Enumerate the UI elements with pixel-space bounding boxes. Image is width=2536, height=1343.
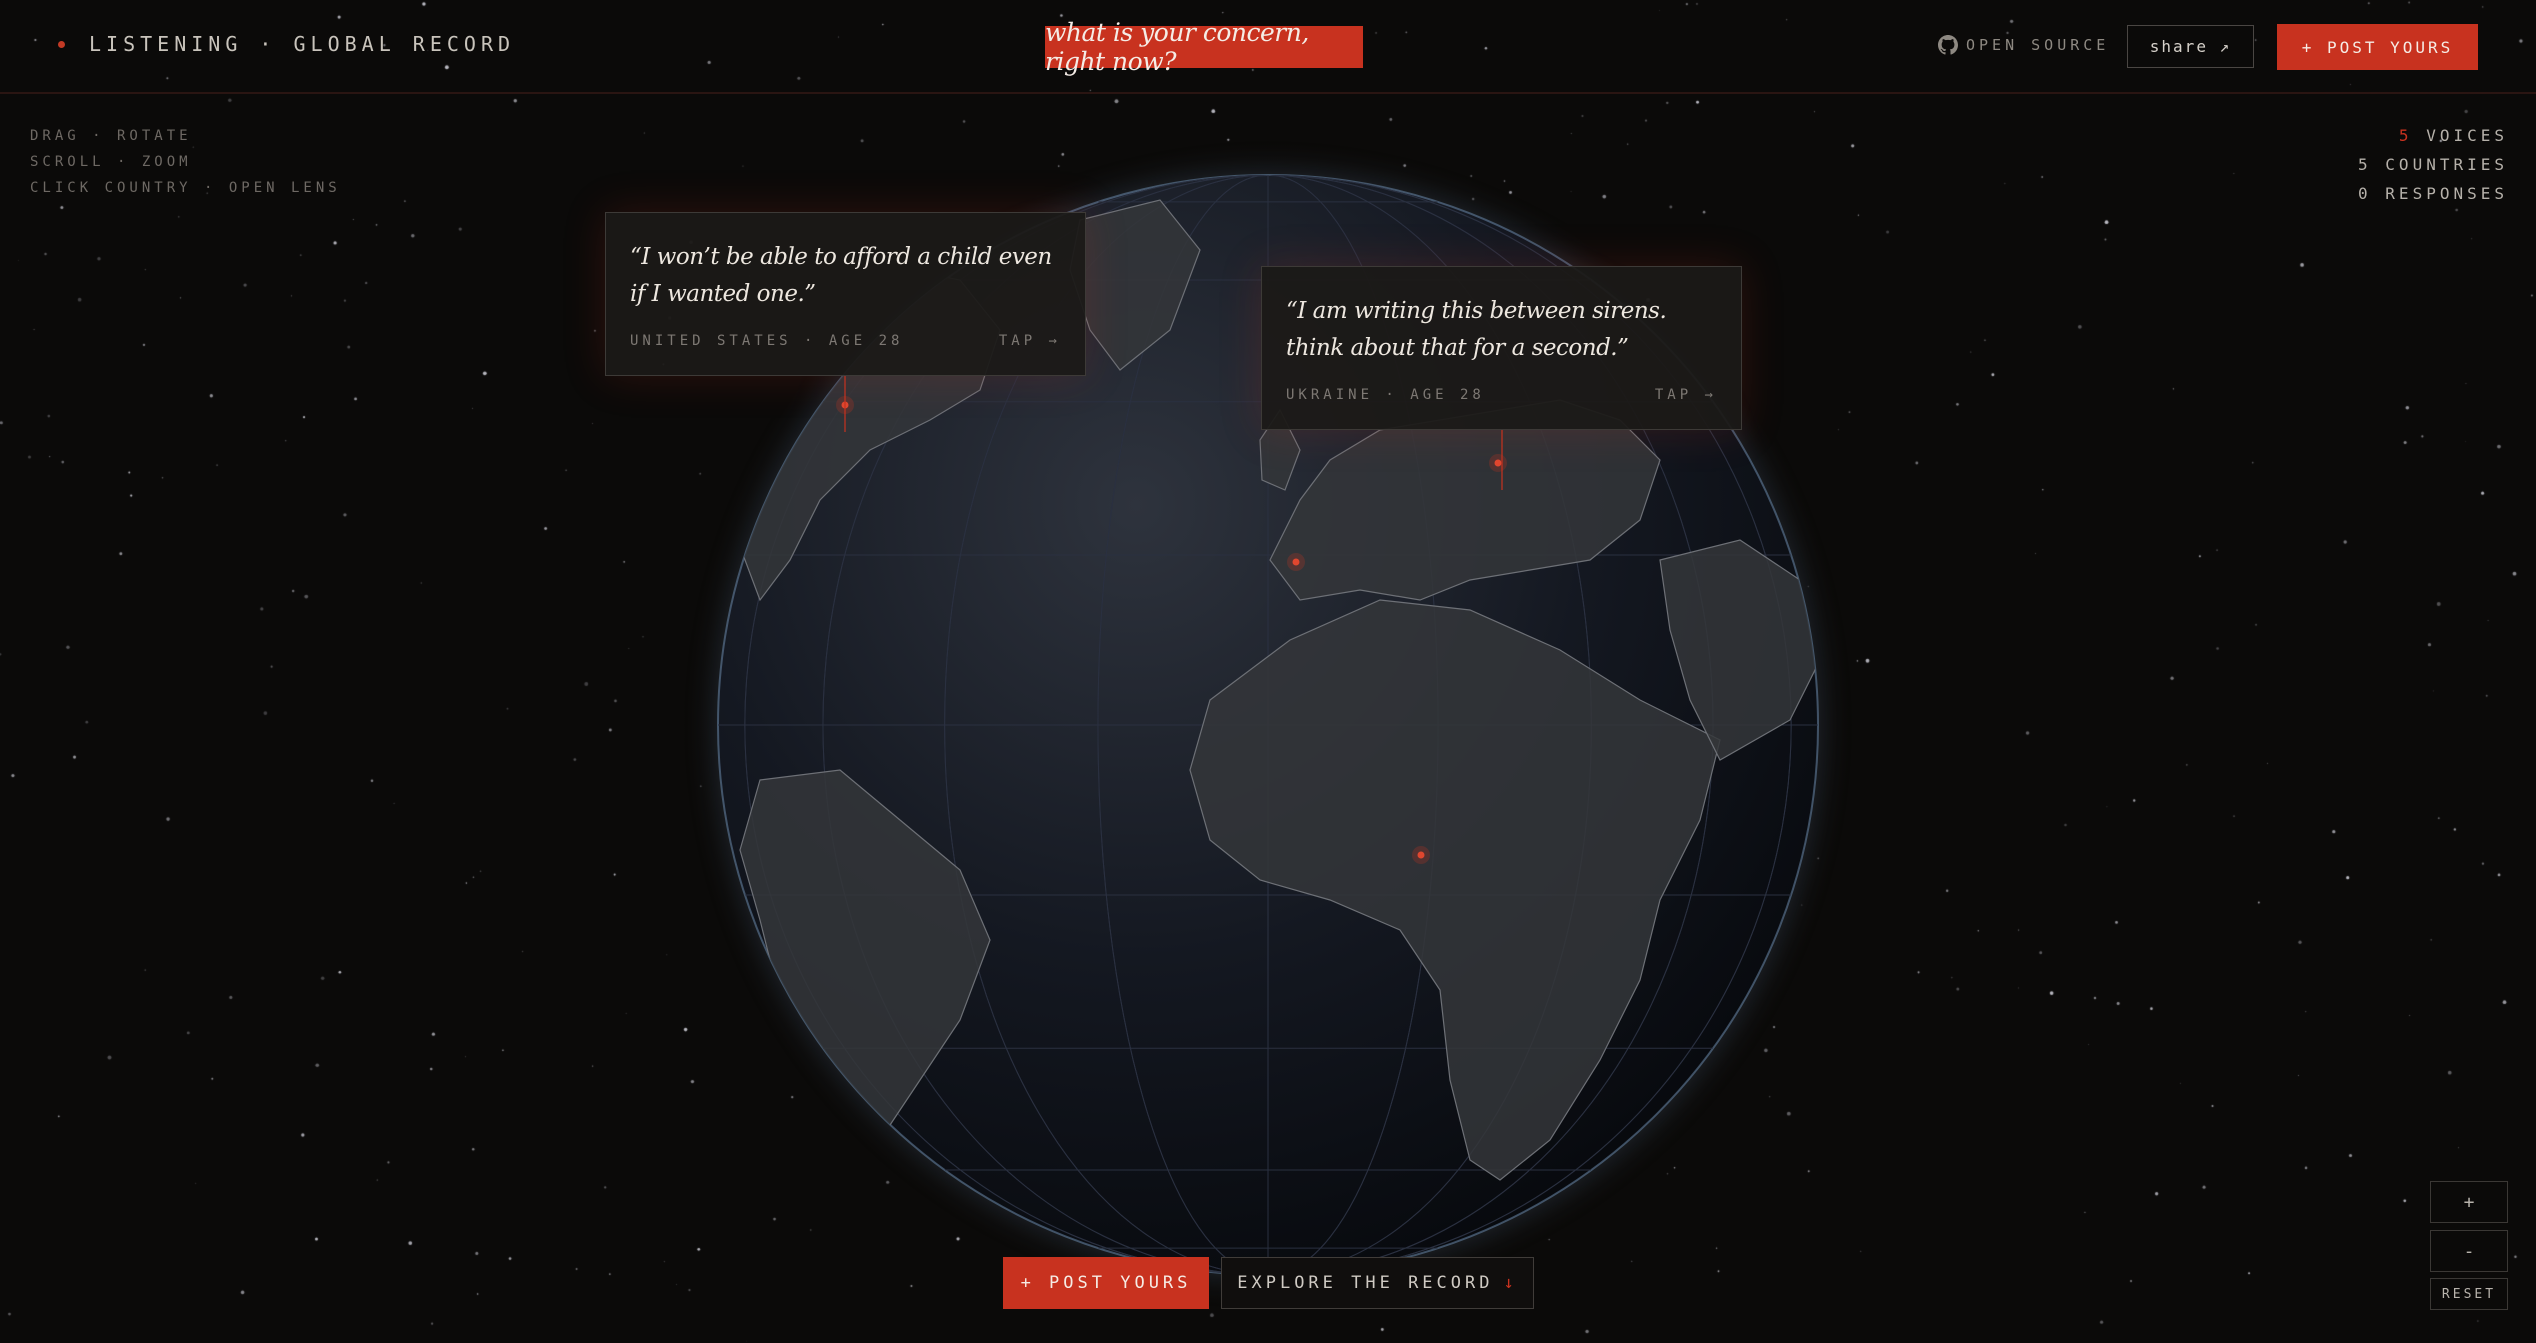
voice-marker-ukraine — [1494, 459, 1502, 467]
status-indicator: LISTENING · GLOBAL RECORD — [58, 32, 515, 56]
voice-quote: “I am writing this between sirens. think… — [1286, 298, 1667, 361]
voice-tap[interactable]: TAP → — [999, 333, 1061, 349]
header-bar: LISTENING · GLOBAL RECORD what is your c… — [0, 0, 2536, 94]
voices-label: VOICES — [2426, 126, 2508, 145]
zoom-out-button[interactable]: - — [2430, 1230, 2508, 1272]
arrow-down-icon: ↓ — [1503, 1273, 1518, 1293]
hint-drag: DRAG · ROTATE — [30, 128, 192, 144]
prompt-title: what is your concern, right now? — [1045, 18, 1363, 76]
github-icon — [1938, 35, 1958, 55]
voice-tap[interactable]: TAP → — [1655, 387, 1717, 403]
open-source-link[interactable]: OPEN SOURCE — [1938, 35, 2109, 55]
voice-quote: “I won’t be able to afford a child even … — [630, 244, 1052, 307]
zoom-in-button[interactable]: + — [2430, 1181, 2508, 1223]
post-yours-bottom-button[interactable]: + POST YOURS — [1003, 1257, 1209, 1309]
live-dot-icon — [58, 40, 65, 48]
voice-marker-spain — [1292, 558, 1300, 566]
interaction-hints: DRAG · ROTATE SCROLL · ZOOM CLICK COUNTR… — [30, 128, 341, 206]
voice-marker-nigeria — [1417, 851, 1425, 859]
responses-stat: 0 RESPONSES — [2358, 184, 2508, 203]
explore-record-button[interactable]: EXPLORE THE RECORD ↓ — [1221, 1257, 1534, 1309]
reset-view-button[interactable]: RESET — [2430, 1278, 2508, 1310]
voice-origin: UNITED STATES · AGE 28 — [630, 333, 904, 349]
countries-stat: 5 COUNTRIES — [2358, 155, 2508, 174]
voice-meta: UNITED STATES · AGE 28 TAP → — [630, 333, 1061, 349]
voice-card-united-states[interactable]: “I won’t be able to afford a child even … — [605, 212, 1086, 376]
voices-count: 5 — [2398, 126, 2413, 145]
voice-meta: UKRAINE · AGE 28 TAP → — [1286, 387, 1717, 403]
record-stats: 5 VOICES 5 COUNTRIES 0 RESPONSES — [2358, 126, 2508, 213]
voice-origin: UKRAINE · AGE 28 — [1286, 387, 1485, 403]
voices-stat: 5 VOICES — [2358, 126, 2508, 155]
share-button[interactable]: share ↗ — [2127, 25, 2254, 68]
open-source-label: OPEN SOURCE — [1966, 36, 2110, 54]
voice-card-ukraine[interactable]: “I am writing this between sirens. think… — [1261, 266, 1742, 430]
app: LISTENING · GLOBAL RECORD what is your c… — [0, 0, 2536, 1343]
globe[interactable] — [0, 0, 2536, 1343]
hint-click: CLICK COUNTRY · OPEN LENS — [30, 180, 341, 196]
post-yours-button[interactable]: + POST YOURS — [2277, 24, 2478, 70]
status-label: LISTENING · GLOBAL RECORD — [89, 32, 516, 56]
hint-scroll: SCROLL · ZOOM — [30, 154, 192, 170]
explore-label: EXPLORE THE RECORD — [1237, 1273, 1494, 1293]
